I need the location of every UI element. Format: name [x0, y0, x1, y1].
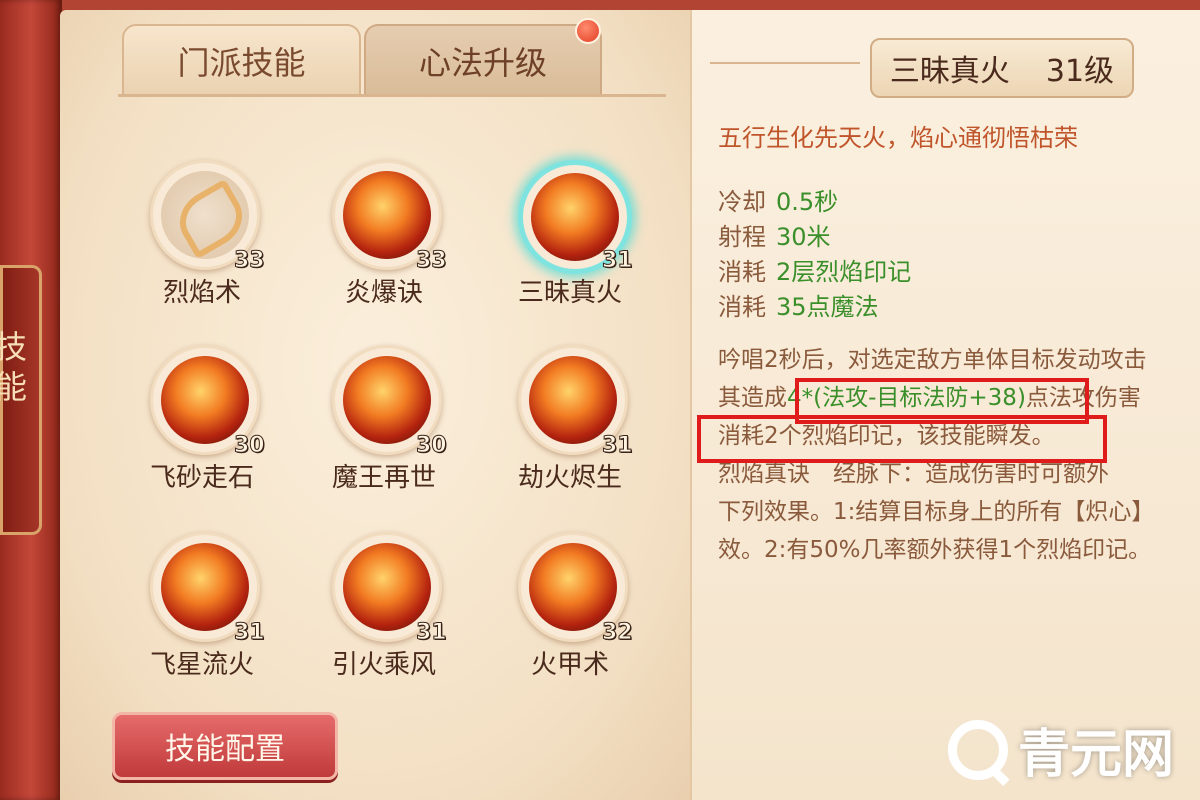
- stat-row: 冷却 0.5秒: [718, 182, 838, 217]
- skill-level: 31: [602, 248, 634, 274]
- skill-name: 烈焰术: [162, 278, 241, 308]
- stat-value: 35点魔法: [776, 293, 879, 321]
- skill-item[interactable]: 33 烈焰术: [122, 160, 282, 320]
- stat-row: 消耗 2层烈焰印记: [718, 252, 911, 287]
- skill-name: 魔王再世: [331, 463, 436, 493]
- tab-divider: [118, 94, 666, 97]
- ember-rebirth-icon: [529, 356, 617, 444]
- skill-level: 31: [416, 620, 448, 646]
- stat-label: 射程: [718, 223, 766, 251]
- stat-label: 消耗: [718, 258, 766, 286]
- skill-item-selected[interactable]: 31 三昧真火: [490, 160, 650, 320]
- skill-name: 飞砂走石: [149, 463, 254, 493]
- skill-config-button[interactable]: 技能配置: [112, 712, 338, 780]
- skill-level: 31: [234, 620, 266, 646]
- watermark-text: 青元网: [1018, 725, 1175, 785]
- title-ornament: [710, 62, 860, 64]
- skill-level: 33: [416, 248, 448, 274]
- tab-label: 心法升级: [418, 44, 547, 82]
- stat-value: 0.5秒: [776, 188, 839, 216]
- skill-level: 32: [602, 620, 634, 646]
- skill-level: 30: [234, 433, 266, 459]
- desc-line: 下列效果。1:结算目标身上的所有【炽心】: [718, 499, 1155, 525]
- fire-burst-icon: [343, 171, 431, 259]
- desc-line: 吟唱2秒后，对选定敌方单体目标发动攻击: [718, 347, 1147, 373]
- stat-label: 消耗: [718, 293, 766, 321]
- skill-name: 炎爆诀: [344, 278, 423, 308]
- bow-icon: [161, 171, 249, 259]
- stat-row: 射程 30米: [718, 217, 831, 252]
- skill-item[interactable]: 32 火甲术: [490, 532, 650, 692]
- side-tab-label: 技能: [0, 330, 28, 410]
- skill-name: 火甲术: [530, 650, 609, 680]
- skill-title-level: 31级: [1045, 54, 1115, 89]
- skill-level: 30: [416, 433, 448, 459]
- watermark: 青元网: [948, 712, 1174, 787]
- stat-value: 2层烈焰印记: [776, 258, 912, 286]
- stat-row: 消耗 35点魔法: [718, 287, 879, 322]
- skill-item[interactable]: 31 引火乘风: [304, 532, 464, 692]
- skill-title: 三昧真火: [889, 54, 1010, 89]
- skill-name: 引火乘风: [331, 650, 436, 680]
- stat-value: 30米: [776, 223, 831, 251]
- skill-item[interactable]: 31 飞星流火: [122, 532, 282, 692]
- notification-dot: [575, 18, 601, 44]
- stat-label: 冷却: [718, 188, 766, 216]
- skill-config-label: 技能配置: [165, 732, 285, 767]
- skill-item[interactable]: 33 炎爆诀: [304, 160, 464, 320]
- skill-item[interactable]: 30 飞砂走石: [122, 345, 282, 505]
- desc-line: 效。2:有50%几率额外获得1个烈焰印记。: [718, 537, 1152, 563]
- skill-level: 31: [602, 433, 634, 459]
- skill-title-box: 三昧真火 31级: [870, 38, 1134, 98]
- skill-level: 33: [234, 248, 266, 274]
- fire-armor-icon: [529, 543, 617, 631]
- desc-text: 其造成: [718, 385, 787, 411]
- skill-name: 劫火烬生: [517, 463, 622, 493]
- flying-rock-icon: [161, 356, 249, 444]
- tab-mind-upgrade[interactable]: 心法升级: [364, 24, 602, 96]
- tab-label: 门派技能: [177, 44, 306, 82]
- skill-item[interactable]: 30 魔王再世: [304, 345, 464, 505]
- search-logo-icon: [948, 719, 1008, 780]
- meteor-fire-icon: [161, 543, 249, 631]
- skill-name: 飞星流火: [149, 650, 254, 680]
- skill-subtitle: 五行生化先天火，焰心通彻悟枯荣: [718, 124, 1078, 152]
- skill-item[interactable]: 31 劫火烬生: [490, 345, 650, 505]
- demon-king-icon: [343, 356, 431, 444]
- tab-sect-skills[interactable]: 门派技能: [122, 24, 361, 96]
- wind-fire-icon: [343, 543, 431, 631]
- highlight-box-cost: [697, 415, 1107, 463]
- skill-name: 三昧真火: [517, 278, 622, 308]
